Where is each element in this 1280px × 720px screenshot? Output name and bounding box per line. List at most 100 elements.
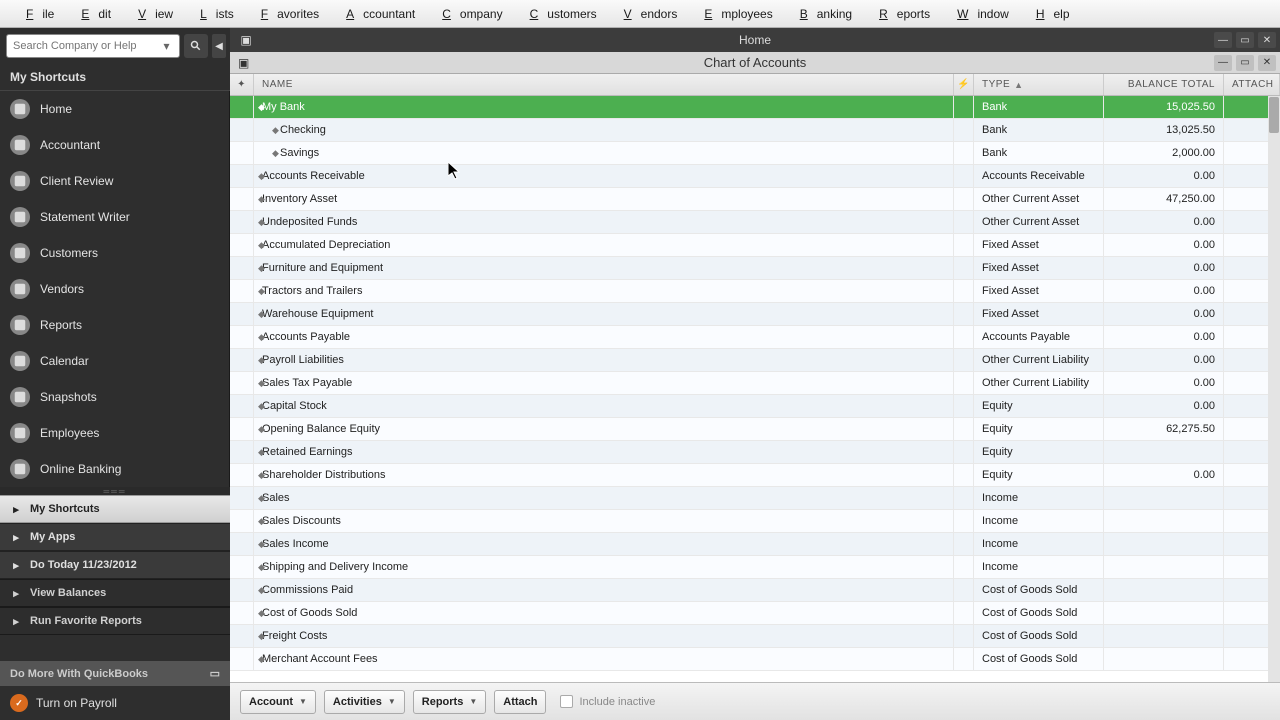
sidebar-tab-my-shortcuts[interactable]: ▸My Shortcuts: [0, 495, 230, 523]
menu-favorites[interactable]: Favorites: [243, 3, 328, 25]
menu-help[interactable]: Help: [1018, 3, 1079, 25]
sidebar-item-label: Accountant: [40, 138, 100, 152]
sidebar-item-home[interactable]: Home: [0, 91, 229, 127]
table-row[interactable]: ◆Capital StockEquity0.00: [230, 395, 1280, 418]
home-minimize-icon[interactable]: —: [1214, 32, 1232, 48]
table-row[interactable]: ◆Tractors and TrailersFixed Asset0.00: [230, 280, 1280, 303]
search-input[interactable]: [13, 40, 160, 52]
table-row[interactable]: ◆Commissions PaidCost of Goods Sold: [230, 579, 1280, 602]
reports-dropdown[interactable]: Reports▼: [413, 690, 486, 714]
chart-tab-icon[interactable]: ▣: [238, 56, 252, 70]
do-more-expand-icon[interactable]: ▭: [210, 667, 220, 680]
include-inactive-checkbox[interactable]: Include inactive: [560, 695, 655, 708]
menu-window[interactable]: Window: [939, 3, 1018, 25]
home-maximize-icon[interactable]: ▭: [1236, 32, 1254, 48]
sidebar-item-online-banking[interactable]: Online Banking: [0, 451, 229, 487]
calendar-icon: [10, 351, 30, 371]
account-type: Cost of Goods Sold: [974, 648, 1104, 670]
table-row[interactable]: ◆Payroll LiabilitiesOther Current Liabil…: [230, 349, 1280, 372]
search-box[interactable]: ▾: [6, 34, 180, 58]
chart-minimize-icon[interactable]: —: [1214, 55, 1232, 71]
chart-close-icon[interactable]: ✕: [1258, 55, 1276, 71]
table-row[interactable]: ◆Merchant Account FeesCost of Goods Sold: [230, 648, 1280, 671]
table-row[interactable]: ◆Sales DiscountsIncome: [230, 510, 1280, 533]
table-row[interactable]: ◆Inventory AssetOther Current Asset47,25…: [230, 188, 1280, 211]
scrollbar[interactable]: [1268, 96, 1280, 682]
expand-icon: ◆: [272, 125, 279, 136]
table-row[interactable]: ◆Sales IncomeIncome: [230, 533, 1280, 556]
sidebar-item-statement-writer[interactable]: Statement Writer: [0, 199, 229, 235]
menu-view[interactable]: View: [120, 3, 182, 25]
table-row[interactable]: ◆Cost of Goods SoldCost of Goods Sold: [230, 602, 1280, 625]
payroll-icon: ✓: [10, 694, 28, 712]
table-row[interactable]: ◆My BankBank15,025.50: [230, 96, 1280, 119]
home-tab-icon[interactable]: ▣: [238, 32, 254, 48]
col-type[interactable]: TYPE▲: [974, 74, 1104, 95]
sidebar-item-customers[interactable]: Customers: [0, 235, 229, 271]
activities-dropdown[interactable]: Activities▼: [324, 690, 405, 714]
table-row[interactable]: ◆Accounts ReceivableAccounts Receivable0…: [230, 165, 1280, 188]
table-row[interactable]: ◆Undeposited FundsOther Current Asset0.0…: [230, 211, 1280, 234]
table-row[interactable]: ◆Warehouse EquipmentFixed Asset0.00: [230, 303, 1280, 326]
account-balance: [1104, 648, 1224, 670]
attach-button[interactable]: Attach: [494, 690, 546, 714]
table-row[interactable]: ◆Freight CostsCost of Goods Sold: [230, 625, 1280, 648]
table-row[interactable]: ◆Retained EarningsEquity: [230, 441, 1280, 464]
expand-icon: ◆: [258, 608, 265, 619]
menu-company[interactable]: Company: [424, 3, 511, 25]
table-row[interactable]: ◆Opening Balance EquityEquity62,275.50: [230, 418, 1280, 441]
menu-file[interactable]: File: [8, 3, 63, 25]
col-lightning-icon[interactable]: ⚡: [954, 74, 974, 95]
menu-accountant[interactable]: Accountant: [328, 3, 424, 25]
sidebar-tab-my-apps[interactable]: ▸My Apps: [0, 523, 230, 551]
expand-icon: ◆: [258, 309, 265, 320]
table-row[interactable]: ◆SalesIncome: [230, 487, 1280, 510]
bank-icon: [10, 459, 30, 479]
menu-banking[interactable]: Banking: [782, 3, 861, 25]
sidebar-tab-view-balances[interactable]: ▸View Balances: [0, 579, 230, 607]
scroll-thumb[interactable]: [1269, 97, 1279, 133]
col-balance[interactable]: BALANCE TOTAL: [1104, 74, 1224, 95]
table-row[interactable]: ◆CheckingBank13,025.50: [230, 119, 1280, 142]
sidebar-item-accountant[interactable]: Accountant: [0, 127, 229, 163]
menu-customers[interactable]: Customers: [512, 3, 606, 25]
turn-on-payroll-item[interactable]: ✓ Turn on Payroll: [0, 686, 230, 720]
table-row[interactable]: ◆Shareholder DistributionsEquity0.00: [230, 464, 1280, 487]
table-row[interactable]: ◆Accumulated DepreciationFixed Asset0.00: [230, 234, 1280, 257]
sidebar-drag-handle[interactable]: ═══: [0, 487, 230, 495]
sidebar-item-employees[interactable]: Employees: [0, 415, 229, 451]
search-dropdown-icon[interactable]: ▾: [160, 39, 173, 53]
sidebar-tab-do-today-11-23-2012[interactable]: ▸Do Today 11/23/2012: [0, 551, 230, 579]
sidebar-item-vendors[interactable]: Vendors: [0, 271, 229, 307]
home-close-icon[interactable]: ✕: [1258, 32, 1276, 48]
table-body[interactable]: ◆My BankBank15,025.50◆CheckingBank13,025…: [230, 96, 1280, 682]
table-row[interactable]: ◆Sales Tax PayableOther Current Liabilit…: [230, 372, 1280, 395]
sidebar-item-snapshots[interactable]: Snapshots: [0, 379, 229, 415]
table-row[interactable]: ◆Accounts PayableAccounts Payable0.00: [230, 326, 1280, 349]
sidebar-item-reports[interactable]: Reports: [0, 307, 229, 343]
sidebar-item-label: Employees: [40, 426, 99, 440]
chart-maximize-icon[interactable]: ▭: [1236, 55, 1254, 71]
account-name: Payroll Liabilities: [262, 354, 344, 366]
account-dropdown[interactable]: Account▼: [240, 690, 316, 714]
account-balance: 15,025.50: [1104, 96, 1224, 118]
table-row[interactable]: ◆SavingsBank2,000.00: [230, 142, 1280, 165]
menu-employees[interactable]: Employees: [686, 3, 781, 25]
col-marker-icon[interactable]: ✦: [230, 74, 254, 95]
col-attach[interactable]: ATTACH: [1224, 74, 1280, 95]
menu-lists[interactable]: Lists: [182, 3, 243, 25]
sidebar-item-client-review[interactable]: Client Review: [0, 163, 229, 199]
sidebar-collapse-icon[interactable]: ◀: [212, 34, 226, 58]
menu-reports[interactable]: Reports: [861, 3, 939, 25]
table-row[interactable]: ◆Shipping and Delivery IncomeIncome: [230, 556, 1280, 579]
account-balance: 2,000.00: [1104, 142, 1224, 164]
sort-asc-icon: ▲: [1014, 80, 1023, 90]
sidebar-item-calendar[interactable]: Calendar: [0, 343, 229, 379]
col-name[interactable]: NAME: [254, 74, 954, 95]
table-row[interactable]: ◆Furniture and EquipmentFixed Asset0.00: [230, 257, 1280, 280]
search-button[interactable]: [184, 34, 208, 58]
account-balance: 0.00: [1104, 280, 1224, 302]
menu-edit[interactable]: Edit: [63, 3, 120, 25]
sidebar-tab-run-favorite-reports[interactable]: ▸Run Favorite Reports: [0, 607, 230, 635]
menu-vendors[interactable]: Vendors: [606, 3, 687, 25]
